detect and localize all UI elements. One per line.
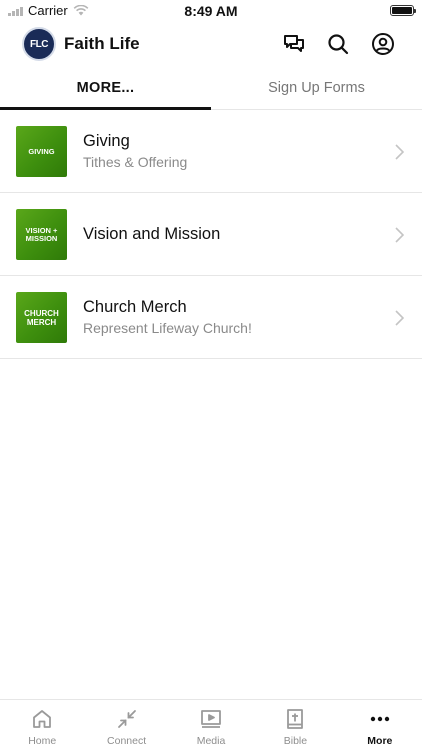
media-icon	[200, 708, 222, 730]
home-icon	[31, 708, 53, 730]
tab-bar: MORE... Sign Up Forms	[0, 70, 422, 110]
item-title: Giving	[83, 132, 130, 150]
profile-icon[interactable]	[371, 32, 395, 56]
item-text: Vision and Mission	[83, 193, 382, 275]
bottom-nav: Home Connect Media Bible More	[0, 699, 422, 750]
bible-icon	[284, 708, 306, 730]
app-header: FLC Faith Life	[0, 24, 422, 64]
nav-connect[interactable]: Connect	[84, 700, 168, 750]
status-time: 8:49 AM	[184, 3, 238, 19]
chevron-right-icon	[395, 227, 404, 243]
chevron-right-icon	[395, 310, 404, 326]
nav-label: Bible	[283, 735, 308, 747]
item-title: Vision and Mission	[83, 224, 221, 243]
search-icon[interactable]	[326, 32, 350, 56]
app-title: Faith Life	[64, 34, 140, 53]
item-text: Church Merch Represent Lifeway Church!	[83, 276, 382, 358]
vision-mission-thumbnail: VISION + MISSION	[16, 209, 67, 260]
chevron-right-icon	[395, 144, 404, 160]
church-merch-thumbnail: CHURCH MERCH	[16, 292, 67, 343]
tab-more[interactable]: MORE...	[0, 70, 211, 110]
item-subtitle: Represent Lifeway Church!	[83, 320, 252, 336]
nav-media[interactable]: Media	[169, 700, 253, 750]
tab-sign-up-forms[interactable]: Sign Up Forms	[211, 70, 422, 109]
list-item-church-merch[interactable]: CHURCH MERCH Church Merch Represent Life…	[0, 276, 422, 359]
status-bar: Carrier 8:49 AM	[0, 0, 422, 22]
nav-more[interactable]: More	[338, 700, 422, 750]
chat-icon[interactable]	[282, 32, 306, 56]
nav-home[interactable]: Home	[0, 700, 84, 750]
nav-label: Media	[196, 735, 226, 747]
nav-label: Connect	[107, 735, 147, 747]
nav-label: More	[367, 735, 393, 747]
more-icon	[369, 708, 391, 730]
menu-list: GIVING Giving Tithes & Offering VISION +…	[0, 110, 422, 359]
list-item-vision-mission[interactable]: VISION + MISSION Vision and Mission	[0, 193, 422, 276]
nav-bible[interactable]: Bible	[253, 700, 337, 750]
list-item-giving[interactable]: GIVING Giving Tithes & Offering	[0, 110, 422, 193]
giving-thumbnail: GIVING	[16, 126, 67, 177]
connect-icon	[116, 708, 138, 730]
nav-label: Home	[28, 735, 57, 747]
item-title: Church Merch	[83, 298, 187, 316]
item-subtitle: Tithes & Offering	[83, 154, 188, 170]
item-text: Giving Tithes & Offering	[83, 110, 382, 192]
church-logo[interactable]: FLC	[22, 27, 56, 61]
battery-icon	[390, 5, 416, 16]
